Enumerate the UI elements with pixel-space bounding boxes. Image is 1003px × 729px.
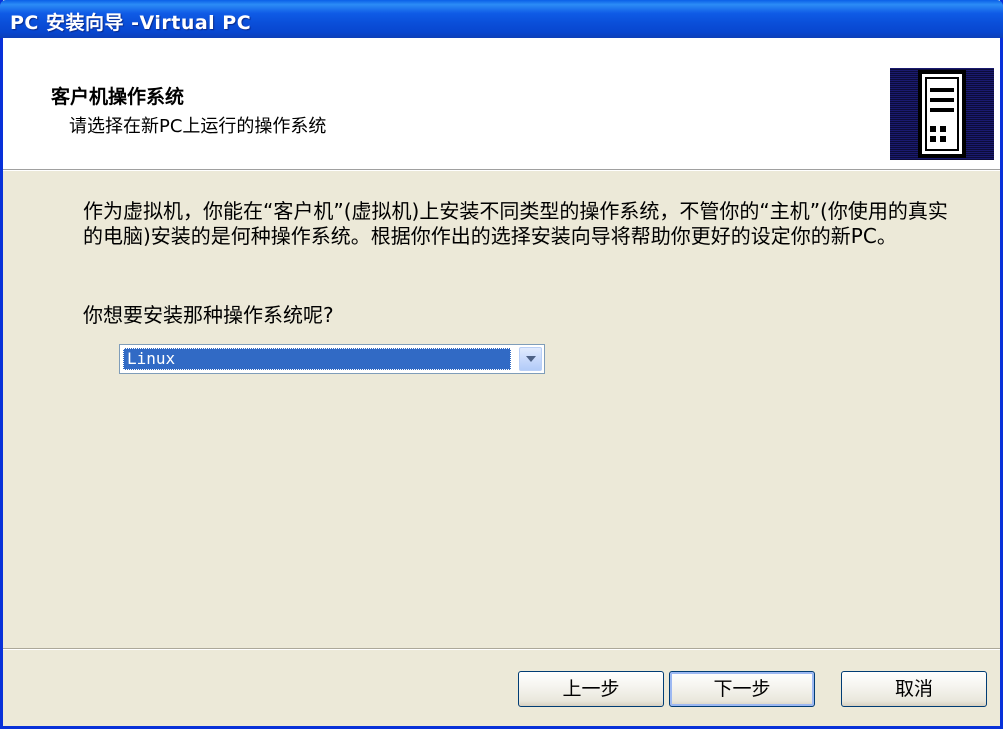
wizard-content: 作为虚拟机，你能在“客户机”(虚拟机)上安装不同类型的操作系统，不管你的“主机”… [3, 171, 1000, 648]
server-tower-icon [890, 68, 994, 160]
os-select-value: Linux [123, 348, 511, 370]
wizard-header: 客户机操作系统 请选择在新PC上运行的操作系统 [3, 38, 1000, 170]
setup-wizard-window: PC 安装向导 -Virtual PC 客户机操作系统 请选择在新PC上运行的操… [0, 0, 1003, 729]
cancel-button[interactable]: 取消 [841, 671, 987, 707]
server-tower-graphic [918, 70, 966, 158]
window-title: PC 安装向导 -Virtual PC [10, 12, 252, 34]
next-button[interactable]: 下一步 [669, 671, 815, 707]
title-bar[interactable]: PC 安装向导 -Virtual PC [0, 0, 1003, 38]
dropdown-button[interactable] [519, 347, 542, 371]
header-subtitle: 请选择在新PC上运行的操作系统 [69, 116, 327, 137]
header-title: 客户机操作系统 [51, 86, 185, 108]
os-select-dropdown[interactable]: Linux [119, 344, 545, 374]
footer-divider-highlight [3, 649, 1000, 650]
back-button[interactable]: 上一步 [518, 671, 664, 707]
os-question-label: 你想要安装那种操作系统呢? [83, 303, 334, 327]
intro-text: 作为虚拟机，你能在“客户机”(虚拟机)上安装不同类型的操作系统，不管你的“主机”… [83, 199, 948, 248]
chevron-down-icon [526, 356, 536, 362]
